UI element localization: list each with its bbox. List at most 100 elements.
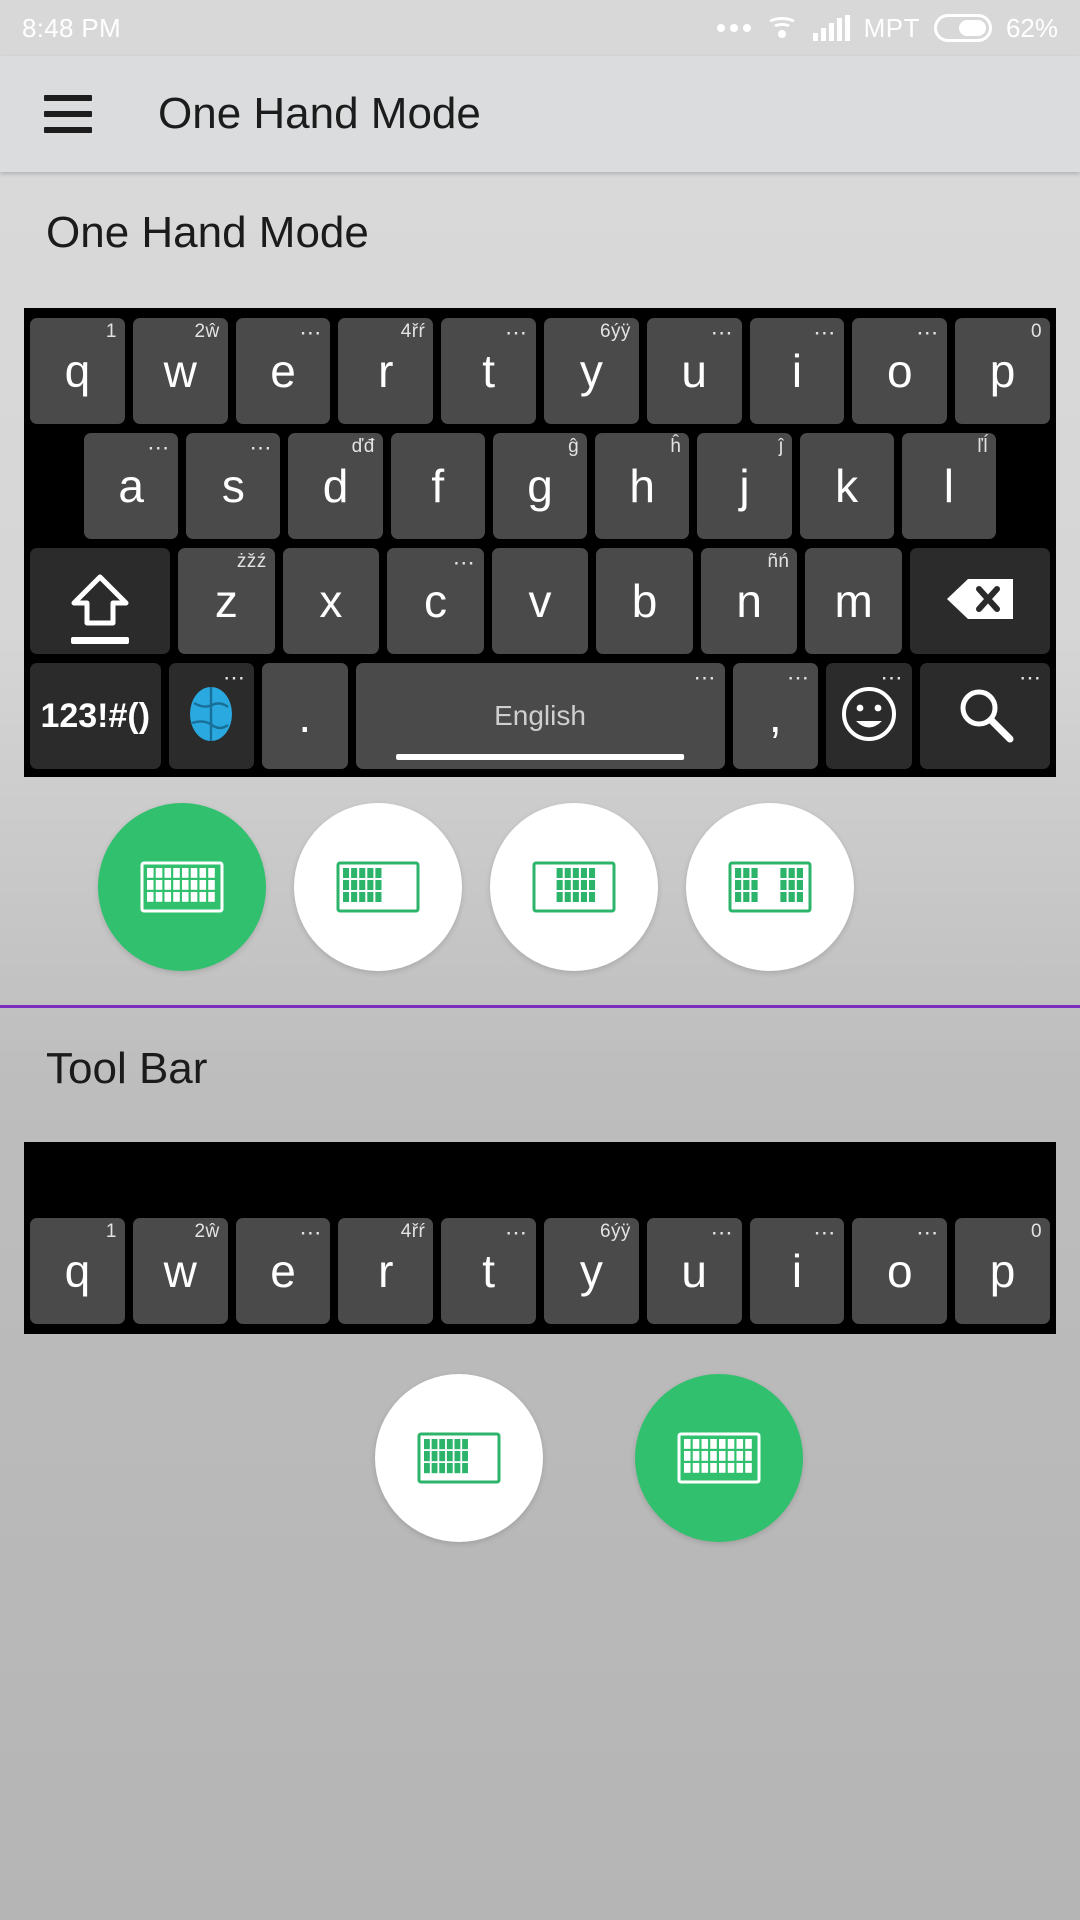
keyboard-preview: 1 q 2ŵ w ⋯ e 4řŕ r ⋯ t 6ýÿ y ⋯ u ⋯ i ⋯ o 0 p ⋯ a ⋯ s ďđ d f ĝ g ĥ h ĵ j… — [24, 308, 1056, 777]
toolbar-key-hint-q: 1 — [105, 1221, 117, 1242]
key-label-c: c — [423, 575, 447, 627]
toolbar-key-y[interactable]: 6ýÿ y — [544, 1218, 639, 1324]
keyboard-row-4: 123!#() ⋯ . ⋯ English ⋯ , ⋯ ⋯ — [30, 663, 1050, 769]
key-hint-u: ⋯ — [710, 320, 734, 345]
key-label-m: m — [834, 575, 873, 627]
key-e[interactable]: ⋯ e — [235, 318, 331, 424]
key-label-w: w — [163, 345, 197, 397]
backspace-key[interactable] — [909, 548, 1050, 654]
key-hint-h: ĥ — [670, 436, 682, 457]
row2-left-spacer — [30, 433, 76, 539]
status-time: 8:48 PM — [22, 12, 121, 43]
space-key[interactable]: ⋯ English — [355, 663, 725, 769]
row2-right-spacer — [1004, 433, 1050, 539]
key-hint-r: 4řŕ — [400, 321, 426, 342]
comma-key-label: , — [768, 690, 782, 742]
one-hand-mode-selector — [0, 777, 1080, 971]
key-u[interactable]: ⋯ u — [646, 318, 742, 424]
key-label-b: b — [631, 575, 658, 627]
key-n[interactable]: ñń n — [700, 548, 798, 654]
key-k[interactable]: k — [799, 433, 894, 539]
key-r[interactable]: 4řŕ r — [338, 318, 434, 424]
keyboard-row-1: 1 q 2ŵ w ⋯ e 4řŕ r ⋯ t 6ýÿ y ⋯ u ⋯ i ⋯ o 0 p — [30, 318, 1050, 424]
mode-option-full-keyboard[interactable] — [98, 803, 266, 971]
key-label-z: z — [214, 575, 238, 627]
key-label-g: g — [527, 460, 553, 512]
key-f[interactable]: f — [390, 433, 485, 539]
toolbar-key-label-p: p — [989, 1245, 1016, 1297]
smiley-icon — [840, 685, 898, 748]
key-d[interactable]: ďđ d — [288, 433, 383, 539]
key-z[interactable]: żžź z — [178, 548, 275, 654]
key-t[interactable]: ⋯ t — [441, 318, 536, 424]
key-c[interactable]: ⋯ c — [387, 548, 484, 654]
key-hint-l: ľĺ — [977, 436, 988, 457]
key-o[interactable]: ⋯ o — [852, 318, 948, 424]
toolbar-key-e[interactable]: ⋯ e — [235, 1218, 331, 1324]
key-p[interactable]: 0p — [955, 318, 1050, 424]
key-y[interactable]: 6ýÿ y — [544, 318, 639, 424]
key-hint-j: ĵ — [778, 436, 784, 457]
toolbar-key-w[interactable]: 2ŵ w — [132, 1218, 228, 1324]
mode-option-center-hand[interactable] — [490, 803, 658, 971]
mode-option-left-hand[interactable] — [294, 803, 462, 971]
toolbar-key-r[interactable]: 4řŕ r — [338, 1218, 434, 1324]
key-label-x: x — [319, 575, 343, 627]
symbols-key-label: 123!#() — [40, 697, 151, 735]
shift-lock-indicator — [71, 637, 130, 644]
key-v[interactable]: v — [491, 548, 589, 654]
symbols-key[interactable]: 123!#() — [30, 663, 161, 769]
key-m[interactable]: m — [805, 548, 902, 654]
hamburger-menu-icon[interactable] — [44, 95, 92, 133]
key-label-i: i — [791, 345, 803, 397]
comma-key[interactable]: ⋯ , — [732, 663, 818, 769]
language-switch-key[interactable]: ⋯ — [168, 663, 254, 769]
carrier-label: MPT — [863, 12, 920, 43]
mode-option-right-hand[interactable] — [686, 803, 854, 971]
key-hint-a: ⋯ — [147, 435, 171, 460]
key-hint-z: żžź — [236, 551, 267, 572]
toolbar-key-p[interactable]: 0p — [955, 1218, 1050, 1324]
toolbar-key-i[interactable]: ⋯ i — [749, 1218, 845, 1324]
page-title: One Hand Mode — [158, 89, 481, 138]
toolbar-key-label-t: t — [482, 1245, 495, 1297]
toolbar-key-label-o: o — [886, 1245, 913, 1297]
toolbar-key-o[interactable]: ⋯ o — [852, 1218, 948, 1324]
key-label-h: h — [629, 460, 656, 512]
key-hint-e: ⋯ — [299, 320, 323, 345]
key-l[interactable]: ľĺ l — [901, 433, 996, 539]
key-q[interactable]: 1q — [30, 318, 125, 424]
page-content: One Hand Mode 1 q 2ŵ w ⋯ e 4řŕ r ⋯ t 6ýÿ y ⋯ u ⋯ i ⋯ o 0 p … — [0, 172, 1080, 1920]
search-key[interactable]: ⋯ — [919, 663, 1050, 769]
section-tool-bar: Tool Bar 1 q 2ŵ w ⋯ e 4řŕ r ⋯ t 6ýÿ y ⋯ u ⋯ i ⋯ o 0 p — [0, 1008, 1080, 1542]
key-label-t: t — [482, 345, 495, 397]
toolbar-key-u[interactable]: ⋯ u — [646, 1218, 742, 1324]
toolbar-key-label-q: q — [64, 1245, 91, 1297]
emoji-key[interactable]: ⋯ — [826, 663, 912, 769]
key-i[interactable]: ⋯ i — [749, 318, 845, 424]
mode-option-toolbar-on[interactable] — [635, 1374, 803, 1542]
toolbar-key-hint-u: ⋯ — [710, 1220, 734, 1245]
search-icon — [954, 683, 1016, 750]
period-key[interactable]: . — [262, 663, 348, 769]
key-h[interactable]: ĥh — [595, 433, 690, 539]
key-b[interactable]: b — [596, 548, 693, 654]
key-hint-p: 0 — [1031, 321, 1042, 342]
key-hint-s: ⋯ — [249, 435, 273, 460]
key-g[interactable]: ĝg — [492, 433, 588, 539]
key-label-n: n — [736, 575, 762, 627]
key-s[interactable]: ⋯ s — [186, 433, 281, 539]
toolbar-key-t[interactable]: ⋯ t — [441, 1218, 536, 1324]
key-a[interactable]: ⋯ a — [84, 433, 179, 539]
key-x[interactable]: x — [282, 548, 380, 654]
toolbar-key-label-r: r — [378, 1245, 394, 1297]
mode-option-toolbar-off[interactable] — [375, 1374, 543, 1542]
toolbar-key-label-e: e — [270, 1245, 296, 1297]
keyboard-row-2: ⋯ a ⋯ s ďđ d f ĝ g ĥ h ĵ j k ľĺ l — [30, 433, 1050, 539]
shift-key[interactable] — [30, 548, 171, 654]
toolbar-key-label-i: i — [791, 1245, 803, 1297]
key-w[interactable]: 2ŵ w — [132, 318, 228, 424]
keyboard-full-icon — [138, 858, 226, 916]
toolbar-key-q[interactable]: 1q — [30, 1218, 125, 1324]
key-j[interactable]: ĵj — [697, 433, 792, 539]
